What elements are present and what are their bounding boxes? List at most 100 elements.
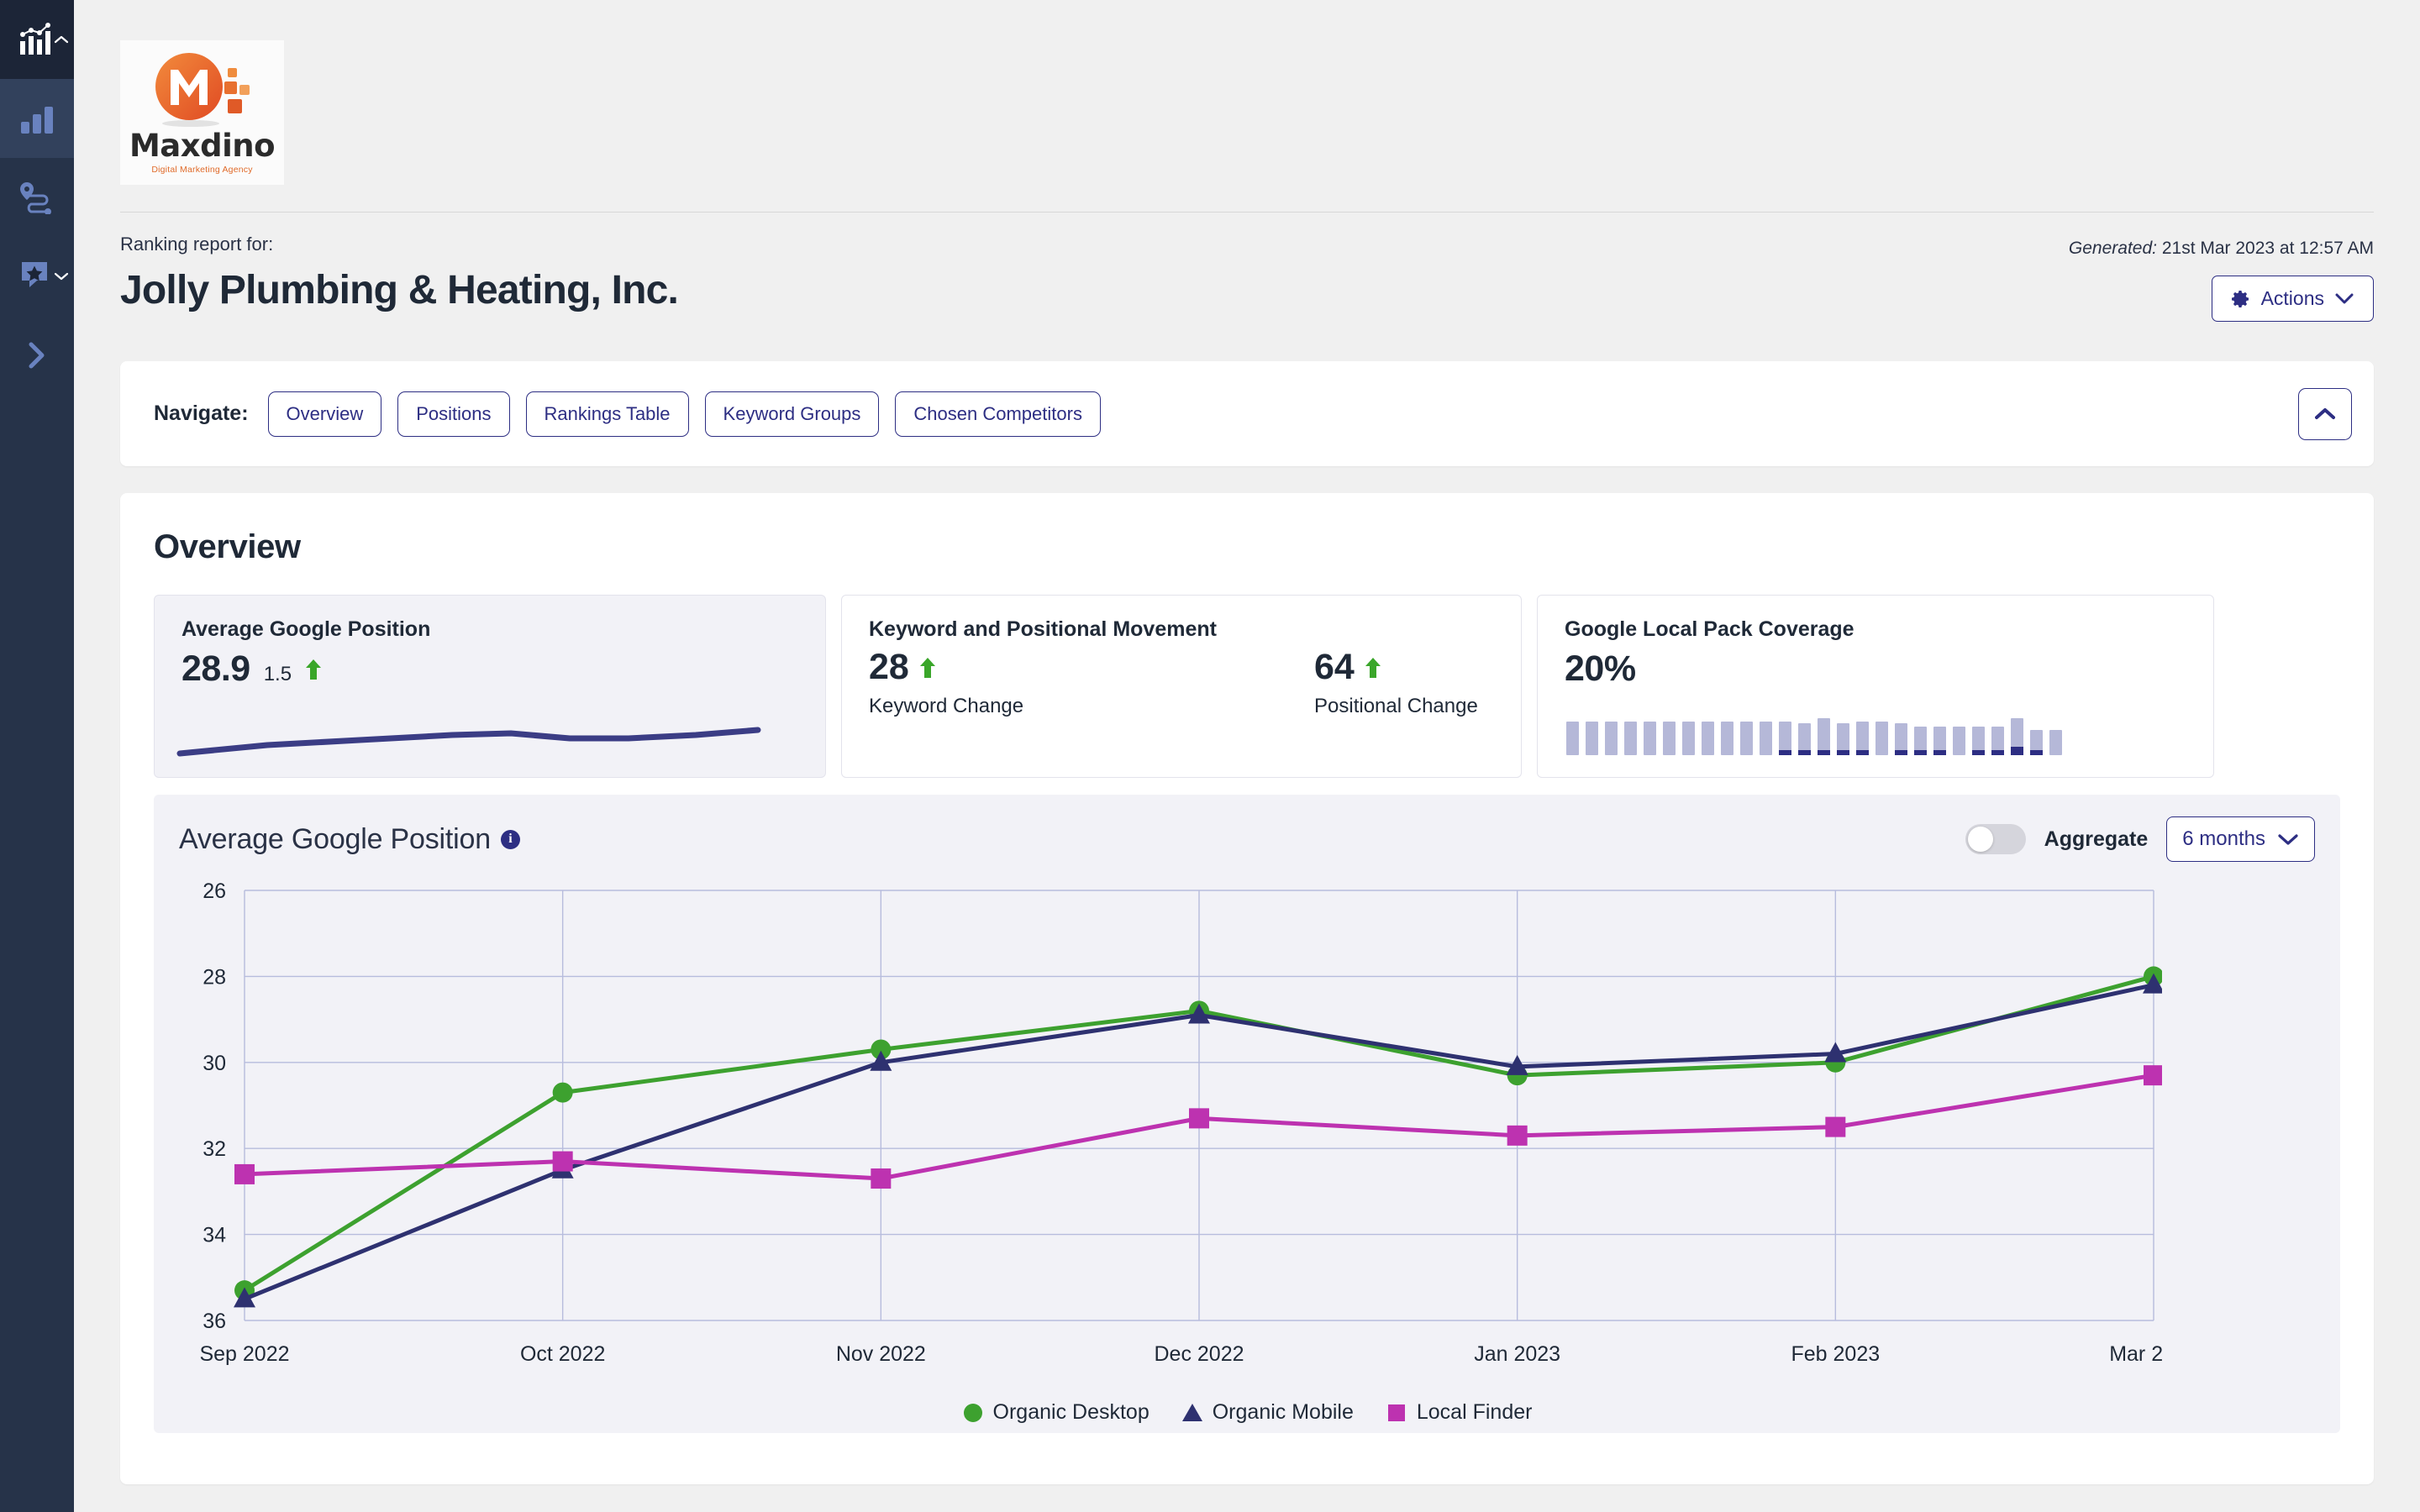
sidebar-item-reviews[interactable]	[0, 237, 74, 316]
positional-change-value: 64	[1314, 647, 1355, 688]
keyword-movement-grid: 28 Keyword Change 64	[869, 647, 1494, 718]
coverage-bar	[1818, 718, 1830, 755]
generated-label: Generated:	[2069, 239, 2157, 258]
chart-data-point[interactable]	[1507, 1126, 1528, 1146]
coverage-bar-fill	[1895, 750, 1907, 755]
date-range-select[interactable]: 6 months	[2166, 816, 2315, 862]
coverage-bar-fill	[1933, 750, 1946, 755]
report-header-left: Ranking report for: Jolly Plumbing & Hea…	[120, 234, 678, 313]
coverage-bar	[1740, 722, 1753, 755]
coverage-bar	[1798, 723, 1811, 755]
logo-wordmark: Maxdino	[129, 130, 275, 161]
chart-data-point[interactable]	[1189, 1108, 1209, 1128]
stat-value: 20%	[1565, 648, 1636, 690]
sidebar-item-expand[interactable]	[0, 316, 74, 395]
chevron-up-icon	[54, 34, 69, 45]
arrow-up-icon	[305, 659, 322, 680]
navigate-collapse-button[interactable]	[2298, 388, 2352, 440]
nav-button-rankings-table[interactable]: Rankings Table	[526, 391, 689, 437]
chart-title: Average Google Position	[179, 823, 491, 856]
chart-controls: Aggregate 6 months	[1965, 816, 2315, 862]
coverage-bar	[1682, 722, 1695, 755]
legend-marker-triangle-icon	[1181, 1402, 1203, 1424]
coverage-bar	[2049, 730, 2062, 755]
chart-x-tick-label: Dec 2022	[1154, 1342, 1244, 1366]
stat-card-keyword-movement: Keyword and Positional Movement 28 Keywo…	[841, 595, 1522, 778]
coverage-bar	[1972, 727, 1985, 755]
stat-title: Average Google Position	[182, 617, 798, 642]
legend-label: Organic Desktop	[993, 1400, 1150, 1425]
chart-header: Average Google Position i Aggregate 6 mo…	[179, 816, 2315, 862]
chevron-down-icon	[54, 271, 69, 281]
keyword-change-value-row: 28	[869, 647, 1314, 688]
positional-change-label: Positional Change	[1314, 695, 1478, 718]
info-icon[interactable]: i	[501, 830, 520, 849]
local-pack-coverage-bars	[1566, 718, 2062, 755]
chart-data-point[interactable]	[871, 1168, 891, 1189]
coverage-bar	[1586, 722, 1598, 755]
analytics-chart-icon	[18, 23, 55, 56]
chart-data-point[interactable]	[234, 1164, 255, 1184]
keyword-change-block: 28 Keyword Change	[869, 647, 1314, 718]
coverage-bar	[1779, 722, 1791, 755]
coverage-bar-fill	[1779, 750, 1791, 755]
coverage-bar	[1566, 722, 1579, 755]
report-for-label: Ranking report for:	[120, 234, 678, 255]
stat-value-row: 28.9 1.5	[182, 648, 798, 690]
coverage-bar	[1895, 723, 1907, 755]
legend-item[interactable]: Organic Mobile	[1181, 1400, 1354, 1425]
line-chart-svg: 262830323436Sep 2022Oct 2022Nov 2022Dec …	[179, 877, 2162, 1381]
stat-cards-row: Average Google Position 28.9 1.5 Keyword	[154, 595, 2340, 778]
logo-tagline: Digital Marketing Agency	[151, 165, 252, 175]
location-route-icon	[19, 181, 55, 214]
stat-value: 28.9	[182, 648, 250, 690]
bar-chart-icon	[19, 102, 55, 135]
positional-change-block: 64 Positional Change	[1314, 647, 1478, 718]
sidebar-item-reports[interactable]	[0, 79, 74, 158]
chart-x-tick-label: Jan 2023	[1474, 1342, 1560, 1366]
coverage-bar	[1721, 722, 1733, 755]
coverage-bar-fill	[1991, 750, 2004, 755]
stat-delta: 1.5	[264, 663, 292, 686]
coverage-bar	[1837, 723, 1849, 755]
coverage-bar	[2030, 730, 2043, 755]
expand-chevron-icon	[26, 341, 48, 370]
legend-marker-circle-icon	[962, 1402, 984, 1424]
overview-panel: Overview Average Google Position 28.9 1.…	[120, 493, 2374, 1484]
actions-button[interactable]: Actions	[2212, 276, 2374, 322]
stat-title: Google Local Pack Coverage	[1565, 617, 2186, 642]
keyword-change-label: Keyword Change	[869, 695, 1314, 718]
coverage-bar	[1933, 727, 1946, 755]
legend-item[interactable]: Local Finder	[1386, 1400, 1533, 1425]
stat-title: Keyword and Positional Movement	[869, 617, 1494, 642]
chart-y-tick-label: 28	[203, 965, 226, 989]
report-header-right: Generated: 21st Mar 2023 at 12:57 AM Act…	[2069, 234, 2374, 322]
sidebar-item-local[interactable]	[0, 158, 74, 237]
chart-x-tick-label: Sep 2022	[199, 1342, 289, 1366]
coverage-bar-fill	[1837, 750, 1849, 755]
chart-plot-area: 262830323436Sep 2022Oct 2022Nov 2022Dec …	[179, 877, 2315, 1385]
chart-title-wrap: Average Google Position i	[179, 823, 520, 856]
coverage-bar	[1702, 722, 1714, 755]
legend-label: Organic Mobile	[1213, 1400, 1354, 1425]
keyword-change-value: 28	[869, 647, 909, 688]
chart-data-point[interactable]	[2144, 1065, 2162, 1085]
nav-button-chosen-competitors[interactable]: Chosen Competitors	[895, 391, 1101, 437]
chart-x-tick-label: Mar 2023	[2109, 1342, 2162, 1366]
nav-button-keyword-groups[interactable]: Keyword Groups	[705, 391, 880, 437]
sidebar-item-analytics[interactable]	[0, 0, 74, 79]
nav-button-positions[interactable]: Positions	[397, 391, 509, 437]
coverage-bar-fill	[1914, 750, 1927, 755]
chart-data-point[interactable]	[1825, 1117, 1845, 1137]
nav-button-overview[interactable]: Overview	[268, 391, 382, 437]
coverage-bar-fill	[1818, 750, 1830, 755]
positional-change-value-row: 64	[1314, 647, 1478, 688]
main-content: Maxdino Digital Marketing Agency Ranking…	[74, 0, 2420, 1512]
review-star-icon	[20, 260, 54, 292]
legend-item[interactable]: Organic Desktop	[962, 1400, 1150, 1425]
chart-y-tick-label: 30	[203, 1052, 226, 1075]
chart-data-point[interactable]	[553, 1083, 573, 1103]
navigate-buttons-group: Navigate: Overview Positions Rankings Ta…	[154, 391, 1101, 437]
aggregate-toggle[interactable]	[1965, 824, 2026, 854]
chart-data-point[interactable]	[553, 1152, 573, 1172]
